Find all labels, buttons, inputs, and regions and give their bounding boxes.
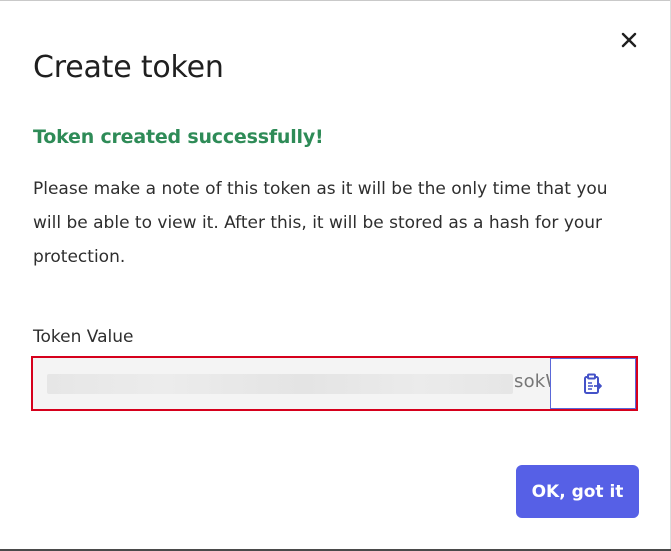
window-top-edge — [0, 0, 671, 1]
close-icon — [621, 32, 637, 48]
token-field-highlight — [31, 356, 638, 411]
create-token-dialog: Create token Token created successfully!… — [0, 0, 671, 551]
token-note-text: Please make a note of this token as it w… — [33, 179, 608, 267]
ok-got-it-button[interactable]: OK, got it — [516, 465, 639, 518]
success-message: Token created successfully! — [33, 126, 324, 148]
token-value-label: Token Value — [33, 327, 134, 347]
dialog-title: Create token — [33, 50, 224, 85]
close-button[interactable] — [617, 28, 641, 52]
